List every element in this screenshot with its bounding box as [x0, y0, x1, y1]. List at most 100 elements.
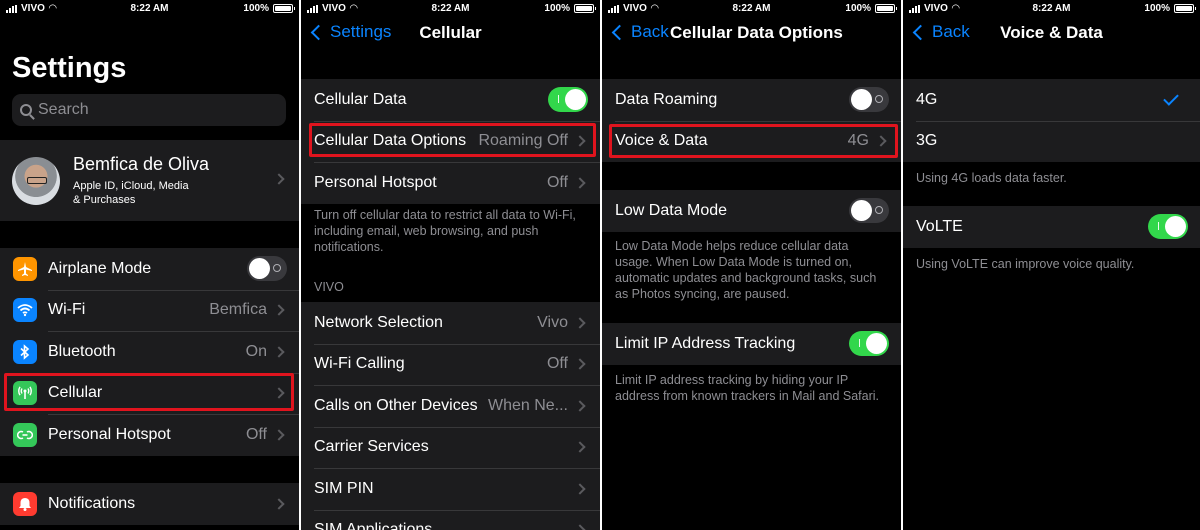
status-bar: VIVO ◠ 8:22 AM 100% — [0, 0, 299, 18]
battery-percent: 100% — [1144, 3, 1170, 14]
cellular-data-label: Cellular Data — [314, 90, 407, 108]
wifi-calling-value: Off — [546, 355, 568, 373]
wifi-row[interactable]: Wi-Fi Bemfica — [0, 289, 299, 332]
personal-hotspot-row[interactable]: Personal Hotspot Off — [0, 414, 299, 456]
limit-ip-tracking-toggle[interactable] — [849, 331, 889, 357]
voice-data-screen: VIVO ◠ 8:22 AM 100% Back Voice & Data 4G … — [903, 0, 1200, 530]
cellular-data-group: Cellular Data Cellular Data Options Roam… — [301, 79, 600, 204]
volte-footer: Using VoLTE can improve voice quality. — [916, 257, 1135, 271]
back-label: Back — [631, 22, 669, 41]
data-roaming-label: Data Roaming — [615, 90, 718, 108]
airplane-mode-label: Airplane Mode — [48, 259, 152, 277]
carrier-services-row[interactable]: Carrier Services — [301, 426, 600, 469]
low-data-mode-footer: Low Data Mode helps reduce cellular data… — [615, 239, 877, 301]
cellular-data-options-label: Cellular Data Options — [314, 132, 467, 150]
network-type-footer: Using 4G loads data faster. — [916, 171, 1067, 185]
antenna-icon — [13, 381, 37, 406]
chevron-right-icon — [273, 173, 285, 185]
cellular-data-options-row[interactable]: Cellular Data Options Roaming Off — [301, 120, 600, 163]
battery-icon — [574, 4, 596, 13]
bluetooth-value: On — [245, 342, 267, 360]
calls-other-devices-value: When Ne... — [487, 396, 568, 414]
voice-data-row[interactable]: Voice & Data 4G — [602, 120, 901, 163]
cellular-data-options-value: Roaming Off — [478, 132, 568, 150]
chevron-right-icon — [574, 441, 586, 453]
chevron-right-icon — [574, 135, 586, 147]
limit-ip-tracking-label: Limit IP Address Tracking — [615, 334, 796, 352]
settings-screen: VIVO ◠ 8:22 AM 100% Settings Search Bemfi… — [0, 0, 299, 530]
bluetooth-label: Bluetooth — [48, 342, 116, 360]
notifications-row[interactable]: Notifications — [0, 483, 299, 525]
option-3g-row[interactable]: 3G — [903, 120, 1200, 163]
chevron-right-icon — [273, 304, 285, 316]
battery-percent: 100% — [845, 3, 871, 14]
airplane-mode-row[interactable]: Airplane Mode — [0, 248, 299, 290]
cellular-data-row[interactable]: Cellular Data — [301, 79, 600, 121]
volte-row[interactable]: VoLTE — [903, 206, 1200, 248]
notifications-group: Notifications — [0, 483, 299, 525]
cellular-row[interactable]: Cellular — [0, 372, 299, 415]
search-input[interactable]: Search — [12, 94, 286, 126]
network-selection-row[interactable]: Network Selection Vivo — [301, 302, 600, 344]
network-selection-label: Network Selection — [314, 313, 443, 331]
back-button[interactable]: Back — [610, 22, 669, 42]
cellular-screen: VIVO ◠ 8:22 AM 100% Settings Cellular Cel… — [301, 0, 600, 530]
personal-hotspot-label: Personal Hotspot — [314, 173, 437, 191]
screens: VIVO ◠ 8:22 AM 100% Settings Search Bemfi… — [0, 0, 1200, 530]
personal-hotspot-value: Off — [245, 425, 267, 443]
nav-bar: Back Cellular Data Options — [602, 18, 901, 48]
cellular-data-toggle[interactable] — [548, 87, 588, 113]
low-data-group: Low Data Mode — [602, 190, 901, 232]
option-4g-label: 4G — [916, 90, 938, 108]
chevron-right-icon — [574, 358, 586, 370]
limit-ip-tracking-row[interactable]: Limit IP Address Tracking — [602, 323, 901, 365]
sim-pin-label: SIM PIN — [314, 479, 374, 497]
battery-percent: 100% — [243, 3, 269, 14]
status-bar: VIVO ◠ 8:22 AM 100% — [903, 0, 1200, 18]
option-4g-row[interactable]: 4G — [903, 79, 1200, 121]
chevron-right-icon — [574, 524, 586, 530]
sim-applications-row[interactable]: SIM Applications — [301, 509, 600, 530]
status-bar: VIVO ◠ 8:22 AM 100% — [301, 0, 600, 18]
bluetooth-icon — [13, 339, 37, 364]
cellular-data-footer: Turn off cellular data to restrict all d… — [314, 208, 576, 254]
wifi-icon — [13, 298, 37, 323]
carrier-services-label: Carrier Services — [314, 438, 429, 456]
carrier-group: Network Selection Vivo Wi-Fi Calling Off… — [301, 302, 600, 530]
airplane-mode-toggle[interactable] — [247, 256, 287, 282]
low-data-mode-row[interactable]: Low Data Mode — [602, 190, 901, 232]
notifications-label: Notifications — [48, 494, 136, 512]
profile-name: Bemfica de Oliva — [73, 154, 210, 174]
chevron-right-icon — [574, 483, 586, 495]
personal-hotspot-row[interactable]: Personal Hotspot Off — [301, 162, 600, 204]
nav-bar: Settings Cellular — [301, 18, 600, 48]
option-3g-label: 3G — [916, 132, 938, 150]
cellular-label: Cellular — [48, 384, 103, 402]
calls-other-devices-row[interactable]: Calls on Other Devices When Ne... — [301, 385, 600, 427]
wifi-label: Wi-Fi — [48, 301, 86, 319]
bluetooth-row[interactable]: Bluetooth On — [0, 331, 299, 373]
sim-pin-row[interactable]: SIM PIN — [301, 468, 600, 510]
search-icon — [20, 104, 32, 116]
battery-icon — [273, 4, 295, 13]
wifi-calling-row[interactable]: Wi-Fi Calling Off — [301, 343, 600, 386]
profile-subtitle: Apple ID, iCloud, Media & Purchases — [73, 180, 189, 206]
avatar — [12, 156, 60, 205]
low-data-mode-toggle[interactable] — [849, 198, 889, 224]
roaming-group: Data Roaming Voice & Data 4G — [602, 79, 901, 162]
chevron-left-icon — [611, 24, 628, 40]
apple-id-profile-row[interactable]: Bemfica de Oliva Apple ID, iCloud, Media… — [0, 140, 299, 221]
battery-icon — [875, 4, 897, 13]
cellular-data-options-screen: VIVO ◠ 8:22 AM 100% Back Cellular Data Op… — [602, 0, 901, 530]
page-title: Settings — [12, 52, 127, 84]
data-roaming-toggle[interactable] — [849, 87, 889, 113]
chevron-right-icon — [574, 400, 586, 412]
volte-toggle[interactable] — [1148, 214, 1188, 240]
battery-percent: 100% — [544, 3, 570, 14]
network-type-group: 4G 3G — [903, 79, 1200, 162]
limit-ip-tracking-footer: Limit IP address tracking by hiding your… — [615, 373, 879, 403]
voice-data-label: Voice & Data — [615, 132, 708, 150]
data-roaming-row[interactable]: Data Roaming — [602, 79, 901, 121]
battery-icon — [1174, 4, 1196, 13]
personal-hotspot-label: Personal Hotspot — [48, 425, 171, 443]
